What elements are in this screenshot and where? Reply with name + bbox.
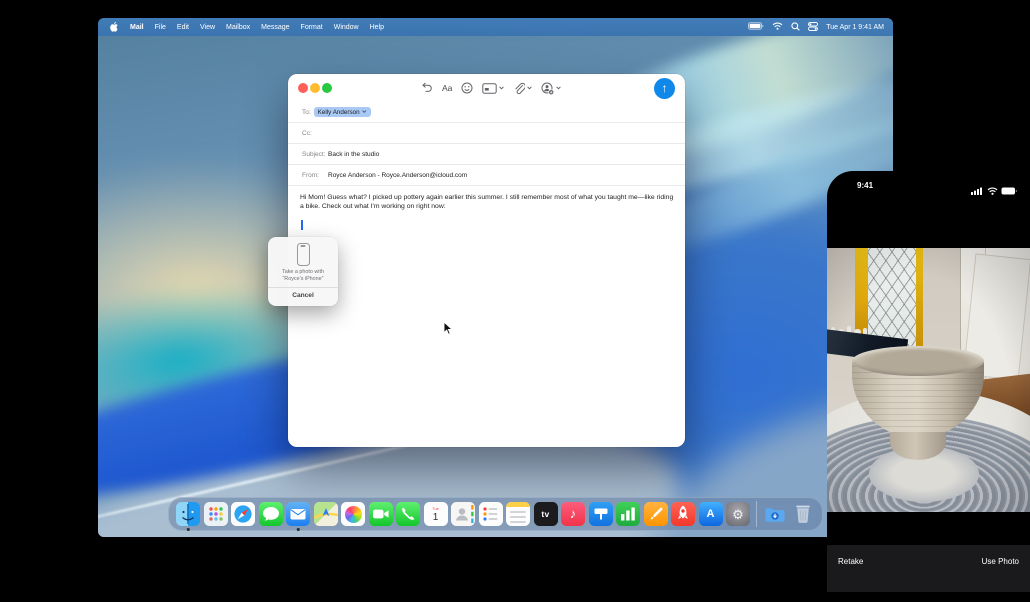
popup-text-line1: Take a photo with	[268, 269, 338, 276]
dock-icon-mail[interactable]	[286, 502, 310, 526]
battery-icon	[1001, 182, 1017, 200]
iphone-screen: 9:41 Retake Use Photo	[827, 171, 1030, 602]
dock-icon-messages[interactable]	[259, 502, 283, 526]
search-icon[interactable]	[791, 22, 800, 33]
mouse-cursor	[443, 321, 453, 341]
menu-item-view[interactable]: View	[200, 24, 215, 31]
cc-label: Cc:	[302, 130, 312, 137]
cc-field[interactable]: Cc:	[288, 123, 685, 144]
menu-item-format[interactable]: Format	[301, 24, 323, 31]
menu-item-mailbox[interactable]: Mailbox	[226, 24, 250, 31]
undo-icon[interactable]	[420, 82, 433, 94]
close-button[interactable]	[298, 83, 308, 93]
cellular-icon	[971, 182, 983, 200]
minimize-button[interactable]	[310, 83, 320, 93]
iphone-status-time: 9:41	[857, 181, 873, 190]
from-value: Royce Anderson - Royce.Anderson@icloud.c…	[328, 172, 467, 179]
recipient-token[interactable]: Kelly Anderson	[314, 107, 371, 117]
dock-icon-calendar[interactable]: Tue1	[424, 502, 448, 526]
gear-icon: ⚙	[732, 503, 744, 526]
subject-label: Subject:	[302, 151, 328, 158]
control-center-icon[interactable]	[808, 22, 818, 33]
cancel-button[interactable]: Cancel	[268, 288, 338, 304]
photo-browser-button[interactable]	[541, 82, 561, 95]
music-note-icon: ♪	[570, 502, 577, 526]
calendar-day: 1	[433, 512, 439, 523]
wifi-icon	[987, 182, 998, 200]
dock-icon-maps[interactable]	[314, 502, 338, 526]
send-button[interactable]: ↑	[654, 78, 675, 99]
running-indicator	[187, 528, 190, 531]
wifi-icon[interactable]	[772, 22, 783, 32]
menu-bar: Mail File Edit View Mailbox Message Form…	[98, 18, 893, 36]
dock-icon-launchpad[interactable]	[204, 502, 228, 526]
to-label: To:	[302, 109, 311, 116]
menu-item-help[interactable]: Help	[370, 24, 384, 31]
menu-item-edit[interactable]: Edit	[177, 24, 189, 31]
camera-action-bar: Retake Use Photo	[827, 545, 1030, 592]
photos-flower	[345, 506, 362, 523]
dock-icon-keynote[interactable]	[589, 502, 613, 526]
menu-item-message[interactable]: Message	[261, 24, 289, 31]
app-store-logo: A	[707, 508, 715, 520]
dock: Tue1 tv ♪ A ⚙	[168, 497, 823, 531]
from-field[interactable]: From: Royce Anderson - Royce.Anderson@ic…	[288, 165, 685, 186]
emoji-icon[interactable]	[461, 82, 473, 94]
photo-vignette	[827, 248, 1030, 512]
mail-compose-window: Aa ↑ To: Kelly Anderson Cc: Subject: Bac…	[288, 74, 685, 447]
tv-logo: tv	[541, 509, 549, 519]
dock-icon-contacts[interactable]	[451, 502, 475, 526]
iphone-icon	[297, 243, 310, 266]
dock-icon-notes[interactable]	[506, 502, 530, 526]
subject-field[interactable]: Subject: Back in the studio	[288, 144, 685, 165]
dock-separator	[756, 501, 757, 527]
format-button[interactable]: Aa	[442, 83, 452, 93]
dock-icon-reminders[interactable]	[479, 502, 503, 526]
dock-icon-rocket[interactable]	[671, 502, 695, 526]
battery-icon[interactable]	[748, 22, 764, 32]
apple-menu-icon[interactable]	[110, 21, 119, 34]
notes-lines	[506, 507, 530, 526]
dock-icon-music[interactable]: ♪	[561, 502, 585, 526]
from-label: From:	[302, 172, 328, 179]
to-field[interactable]: To: Kelly Anderson	[288, 102, 685, 123]
dock-icon-phone[interactable]	[396, 502, 420, 526]
dock-icon-facetime[interactable]	[369, 502, 393, 526]
compose-toolbar: Aa	[420, 79, 561, 97]
header-fields-button[interactable]	[482, 83, 504, 94]
menu-item-file[interactable]: File	[155, 24, 166, 31]
dock-icon-downloads[interactable]	[763, 502, 787, 526]
dock-icon-trash[interactable]	[791, 502, 815, 526]
text-caret	[301, 220, 303, 230]
dock-icon-pages[interactable]	[644, 502, 668, 526]
retake-button[interactable]: Retake	[838, 557, 863, 566]
zoom-button[interactable]	[322, 83, 332, 93]
desktop: Mail File Edit View Mailbox Message Form…	[98, 18, 893, 537]
attach-button[interactable]	[513, 82, 532, 95]
menu-item-mail[interactable]: Mail	[130, 24, 144, 31]
dock-icon-numbers[interactable]	[616, 502, 640, 526]
camera-preview-photo	[827, 248, 1030, 512]
dock-icon-app-store[interactable]: A	[699, 502, 723, 526]
take-photo-popup: Take a photo with “Royce’s iPhone” Cance…	[268, 237, 338, 306]
popup-text-line2: “Royce’s iPhone”	[268, 276, 338, 283]
menu-item-window[interactable]: Window	[334, 24, 359, 31]
dock-icon-finder[interactable]	[176, 502, 200, 526]
dock-icon-system-settings[interactable]: ⚙	[726, 502, 750, 526]
message-body[interactable]: Hi Mom! Guess what? I picked up pottery …	[300, 193, 674, 211]
dock-icon-tv[interactable]: tv	[534, 502, 558, 526]
dock-icon-safari[interactable]	[231, 502, 255, 526]
subject-value: Back in the studio	[328, 151, 379, 158]
dock-icon-photos[interactable]	[341, 502, 365, 526]
running-indicator	[297, 528, 300, 531]
use-photo-button[interactable]: Use Photo	[982, 557, 1019, 566]
menu-clock[interactable]: Tue Apr 1 9:41 AM	[826, 24, 884, 31]
iphone-status-icons	[971, 182, 1017, 200]
